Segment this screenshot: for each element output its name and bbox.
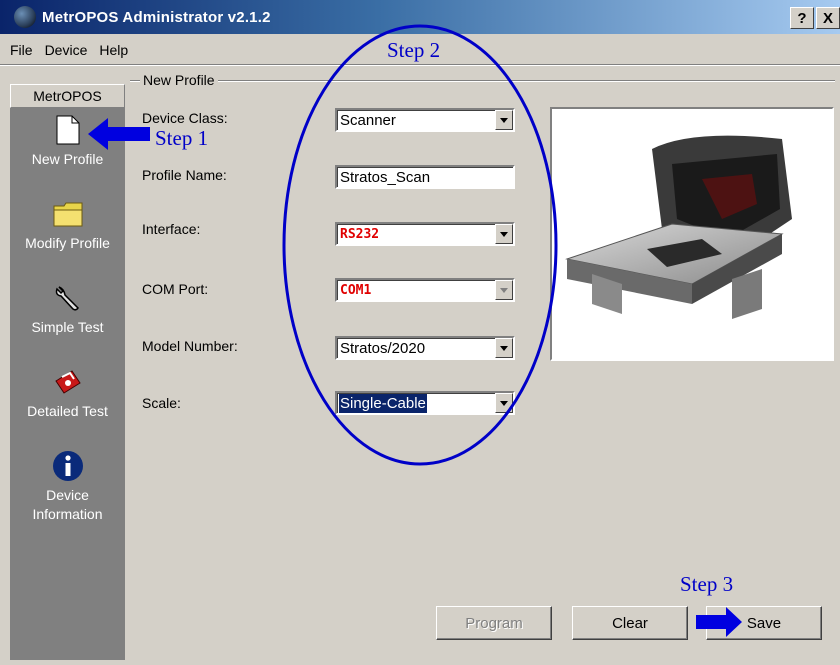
sidebar-item-detailed-test[interactable]: Detailed Test bbox=[10, 366, 125, 421]
sidebar-item-modify-profile[interactable]: Modify Profile bbox=[10, 198, 125, 253]
scale-label: Scale: bbox=[142, 395, 181, 411]
wrench-icon bbox=[52, 282, 84, 314]
step3-arrow-icon bbox=[696, 607, 742, 637]
menu-bar: File Device Help bbox=[0, 38, 128, 62]
sidebar: New Profile Modify Profile Simple Test D… bbox=[10, 108, 125, 660]
help-button[interactable]: ? bbox=[790, 7, 814, 29]
step3-annotation: Step 3 bbox=[680, 572, 734, 596]
info-icon bbox=[52, 450, 84, 482]
device-image bbox=[550, 107, 834, 361]
sidebar-item-simple-test[interactable]: Simple Test bbox=[10, 282, 125, 337]
menu-device[interactable]: Device bbox=[45, 42, 88, 58]
profile-name-label: Profile Name: bbox=[142, 167, 227, 183]
step1-arrow-icon bbox=[88, 118, 150, 150]
menu-file[interactable]: File bbox=[10, 42, 33, 58]
close-button[interactable]: X bbox=[816, 7, 840, 29]
model-number-label: Model Number: bbox=[142, 338, 238, 354]
folder-icon bbox=[52, 198, 84, 230]
com-port-label: COM Port: bbox=[142, 281, 209, 297]
sidebar-item-device-information[interactable]: Device Information bbox=[10, 450, 125, 524]
step2-ellipse bbox=[282, 24, 558, 466]
group-title: New Profile bbox=[140, 72, 218, 88]
device-class-label: Device Class: bbox=[142, 110, 228, 126]
program-button[interactable]: Program bbox=[436, 606, 552, 640]
sidebar-header: MetrOPOS bbox=[10, 84, 125, 108]
app-logo-icon bbox=[14, 6, 36, 28]
sidebar-item-label: Detailed Test bbox=[27, 403, 108, 419]
window-title: MetrOPOS Administrator v2.1.2 bbox=[42, 8, 271, 26]
scanner-scale-image bbox=[565, 135, 792, 319]
sidebar-item-label: Simple Test bbox=[31, 319, 104, 335]
step1-annotation: Step 1 bbox=[155, 126, 209, 150]
interface-label: Interface: bbox=[142, 221, 201, 237]
document-icon bbox=[52, 114, 84, 146]
menu-help[interactable]: Help bbox=[99, 42, 128, 58]
toolbox-icon bbox=[52, 366, 84, 398]
sidebar-item-label: Device Information bbox=[32, 487, 103, 522]
sidebar-item-label: Modify Profile bbox=[25, 235, 110, 251]
clear-button[interactable]: Clear bbox=[572, 606, 688, 640]
sidebar-item-label: New Profile bbox=[31, 151, 104, 167]
